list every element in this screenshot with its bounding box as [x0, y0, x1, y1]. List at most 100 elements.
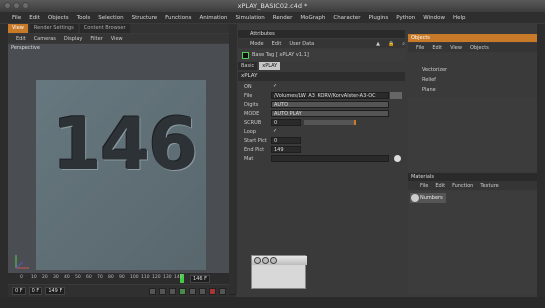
menu-simulation[interactable]: Simulation [235, 15, 264, 21]
objects-menu-view[interactable]: View [450, 45, 462, 51]
materials-menu-texture[interactable]: Texture [480, 183, 498, 189]
close-window-button[interactable] [4, 2, 11, 9]
menu-tools[interactable]: Tools [77, 15, 91, 21]
materials-menu-edit[interactable]: Edit [435, 183, 445, 189]
go-to-start-button[interactable] [149, 287, 156, 295]
object-row[interactable]: Plane [408, 85, 537, 95]
menu-character[interactable]: Character [333, 15, 360, 21]
field-loop: Loop ✓ [244, 128, 279, 135]
end-pict-input[interactable]: 149 [271, 146, 301, 153]
on-checkbox[interactable]: ✓ [271, 83, 279, 90]
record-button[interactable] [209, 287, 216, 295]
menu-file[interactable]: File [12, 15, 21, 21]
status-bar [0, 297, 545, 308]
timeline-tick-label: 70 [97, 275, 103, 280]
menu-bar: File Edit Objects Tools Selection Struct… [0, 12, 545, 23]
menu-objects[interactable]: Objects [48, 15, 69, 21]
materials-menu-file[interactable]: File [420, 183, 428, 189]
tab-basic[interactable]: Basic [238, 62, 258, 70]
scrub-slider-handle[interactable] [354, 120, 356, 125]
dialog-minimize-button[interactable] [262, 257, 269, 264]
start-pict-input[interactable]: 0 [271, 137, 301, 144]
menu-plugins[interactable]: Plugins [369, 15, 389, 21]
start-frame-field[interactable]: 0 F [12, 287, 26, 295]
loop-checkbox[interactable]: ✓ [271, 128, 279, 135]
objects-menu-objects[interactable]: Objects [470, 45, 489, 51]
file-path-input[interactable]: /Volumes/LW_A3_KORV/KorvAlster-A3-OC [271, 92, 389, 99]
menu-structure[interactable]: Structure [132, 15, 158, 21]
menu-python[interactable]: Python [396, 15, 415, 21]
menu-functions[interactable]: Functions [165, 15, 191, 21]
up-arrow-icon[interactable]: ▲ [376, 41, 380, 47]
material-item[interactable]: Numbers [410, 193, 446, 203]
title-bar: xPLAY_BASIC02.c4d * [0, 0, 545, 12]
tab-render-settings[interactable]: Render Settings [29, 24, 78, 33]
attributes-title: Attributes [238, 30, 405, 38]
attributes-header: Base Tag [ xPLAY v1.1] [238, 49, 405, 61]
next-frame-button[interactable] [189, 287, 196, 295]
floating-dialog[interactable] [251, 255, 307, 289]
window-title: xPLAY_BASIC02.c4d * [237, 2, 308, 10]
objects-menu-edit[interactable]: Edit [432, 45, 442, 51]
objects-title: Objects [408, 34, 537, 42]
attributes-menu-edit[interactable]: Edit [272, 41, 282, 47]
object-row[interactable]: Vectorizer [408, 65, 537, 75]
viewport-menu-filter[interactable]: Filter [90, 36, 102, 42]
tab-content-browser[interactable]: Content Browser [79, 24, 130, 33]
menu-edit[interactable]: Edit [29, 15, 40, 21]
dialog-close-button[interactable] [254, 257, 261, 264]
keyframe-button[interactable] [219, 287, 226, 295]
mode-dropdown[interactable]: AUTO PLAY [271, 110, 389, 117]
go-to-end-button[interactable] [199, 287, 206, 295]
tab-xplay[interactable]: xPLAY [259, 62, 281, 70]
timeline-tick-label: 90 [119, 275, 125, 280]
search-icon[interactable]: ⌕ [402, 41, 405, 47]
tab-view[interactable]: View [8, 24, 28, 33]
min-frame-field[interactable]: 0 F [28, 287, 43, 295]
materials-menu-function[interactable]: Function [452, 183, 473, 189]
previous-frame-button[interactable] [159, 287, 166, 295]
timeline-tick-label: 50 [75, 275, 81, 280]
objects-menu-file[interactable]: File [416, 45, 424, 51]
attributes-header-label: Base Tag [ xPLAY v1.1] [252, 52, 309, 58]
viewport[interactable]: Perspective 146 [8, 44, 230, 273]
axis-gizmo-icon [15, 255, 29, 269]
right-tool-strip[interactable] [537, 24, 545, 297]
field-start-pict: Start Pict 0 [238, 137, 405, 145]
menu-render[interactable]: Render [273, 15, 293, 21]
viewport-menu-cameras[interactable]: Cameras [34, 36, 56, 42]
timeline-tick-label: 0 [20, 275, 23, 280]
timeline-tick-label: 20 [42, 275, 48, 280]
timeline-ruler[interactable]: 0 10 20 30 40 50 60 70 80 90 100 110 120 130 140 146 F [8, 273, 236, 284]
current-frame-field[interactable]: 146 F [190, 275, 211, 283]
object-row[interactable]: Relief [408, 75, 537, 85]
viewport-menu-display[interactable]: Display [64, 36, 82, 42]
minimize-window-button[interactable] [13, 2, 20, 9]
end-frame-field[interactable]: 149 F [45, 287, 66, 295]
menu-animation[interactable]: Animation [199, 15, 227, 21]
menu-mograph[interactable]: MoGraph [300, 15, 325, 21]
menu-selection[interactable]: Selection [98, 15, 123, 21]
viewport-menu-edit[interactable]: Edit [16, 36, 26, 42]
objects-toolbar[interactable] [408, 53, 537, 63]
viewport-menu-view[interactable]: View [111, 36, 123, 42]
left-tool-strip[interactable] [0, 24, 8, 297]
zoom-window-button[interactable] [22, 2, 29, 9]
mat-link-field[interactable] [271, 155, 389, 162]
scrub-slider[interactable] [304, 120, 354, 125]
browse-button[interactable] [390, 92, 402, 99]
link-target-icon[interactable] [394, 155, 401, 162]
menu-help[interactable]: Help [453, 15, 466, 21]
play-backward-button[interactable] [169, 287, 176, 295]
dialog-zoom-button[interactable] [270, 257, 277, 264]
xplay-tag-icon [242, 52, 249, 59]
play-button[interactable] [179, 287, 186, 295]
attributes-menu-user-data[interactable]: User Data [289, 41, 314, 47]
attributes-menu-mode[interactable]: Mode [250, 41, 264, 47]
lock-icon[interactable]: 🔒 [388, 41, 394, 47]
dialog-titlebar[interactable] [252, 256, 307, 265]
digits-dropdown[interactable]: AUTO [271, 101, 389, 108]
menu-window[interactable]: Window [423, 15, 445, 21]
viewport-side-toolbar[interactable] [229, 24, 237, 294]
scrub-input[interactable]: 0 [271, 119, 301, 126]
